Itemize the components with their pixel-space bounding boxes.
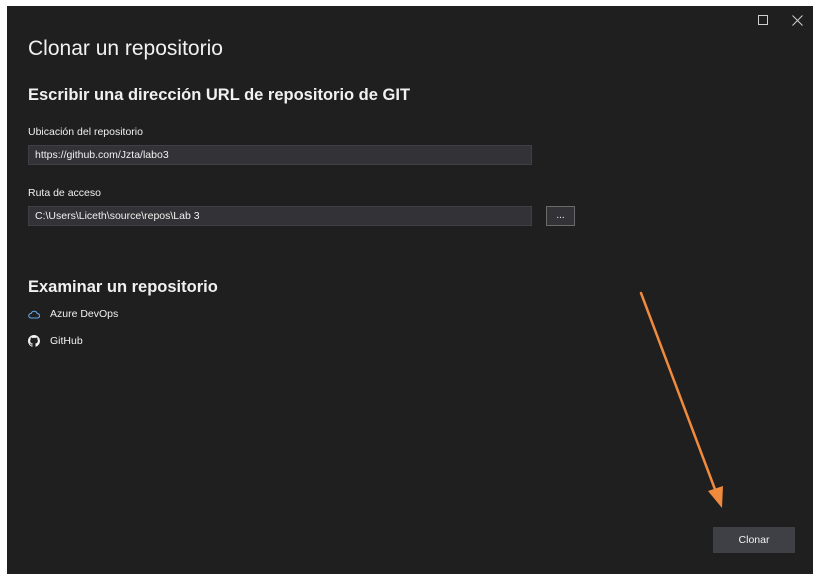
provider-azure-devops[interactable]: Azure DevOps — [28, 308, 118, 320]
maximize-icon[interactable] — [755, 12, 771, 28]
provider-label: Azure DevOps — [50, 308, 119, 320]
repository-location-input[interactable] — [28, 145, 532, 165]
dialog-title: Clonar un repositorio — [28, 37, 223, 60]
url-section-title: Escribir una dirección URL de repositori… — [28, 86, 411, 104]
path-label: Ruta de acceso — [28, 187, 101, 199]
path-input[interactable] — [28, 206, 532, 226]
github-icon — [28, 335, 40, 347]
provider-label: GitHub — [50, 335, 83, 347]
clone-button[interactable]: Clonar — [713, 527, 795, 553]
clone-repository-dialog: Clonar un repositorio Escribir una direc… — [7, 6, 813, 574]
provider-github[interactable]: GitHub — [28, 335, 83, 347]
browse-path-button[interactable]: ... — [546, 206, 575, 226]
browse-section-title: Examinar un repositorio — [28, 278, 218, 296]
close-icon[interactable] — [789, 12, 805, 28]
window-controls — [755, 12, 805, 28]
repository-location-label: Ubicación del repositorio — [28, 126, 143, 138]
cloud-icon — [28, 308, 40, 320]
